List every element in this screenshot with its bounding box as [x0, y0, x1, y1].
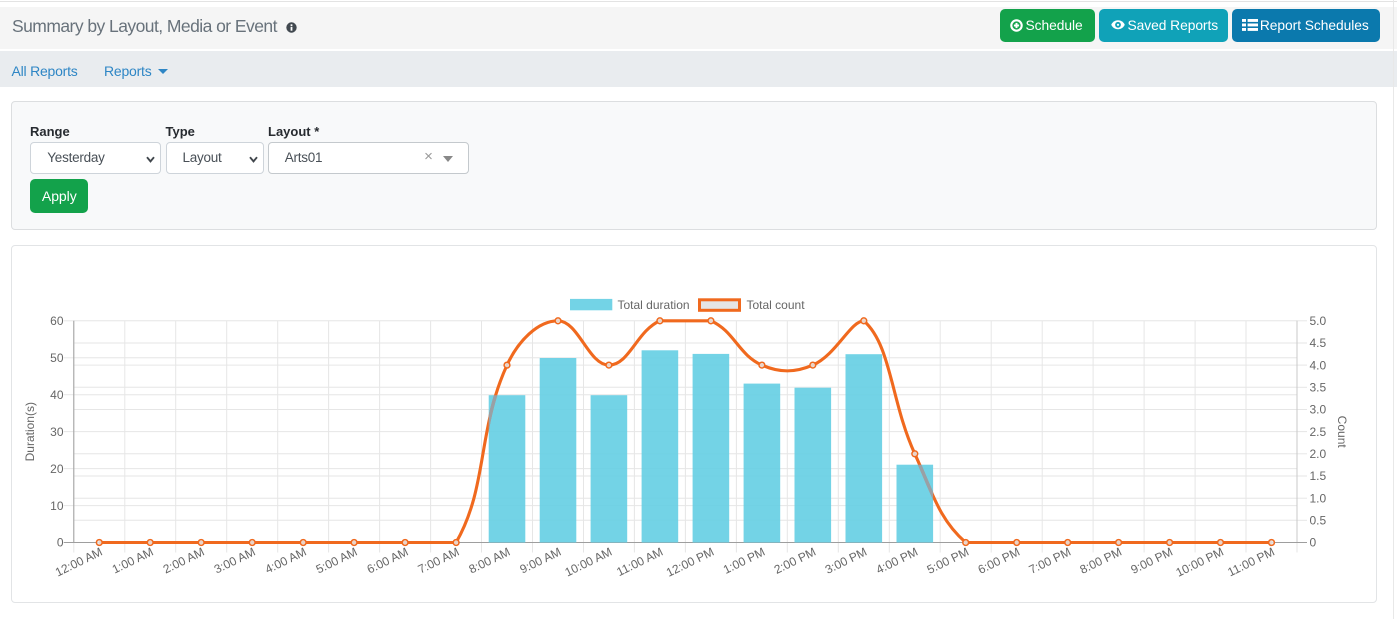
svg-text:9:00 PM: 9:00 PM: [1129, 545, 1175, 577]
svg-text:50: 50: [50, 351, 64, 365]
svg-text:12:00 AM: 12:00 AM: [53, 545, 105, 580]
svg-text:8:00 PM: 8:00 PM: [1078, 545, 1124, 577]
svg-text:3.0: 3.0: [1310, 403, 1327, 417]
svg-text:10: 10: [50, 499, 64, 513]
svg-text:10:00 PM: 10:00 PM: [1174, 545, 1226, 580]
svg-text:9:00 AM: 9:00 AM: [518, 545, 564, 577]
svg-text:1:00 AM: 1:00 AM: [110, 545, 156, 577]
svg-text:5:00 PM: 5:00 PM: [925, 545, 971, 577]
svg-text:10:00 AM: 10:00 AM: [563, 545, 615, 580]
svg-text:20: 20: [50, 462, 64, 476]
svg-text:3.5: 3.5: [1310, 381, 1327, 395]
svg-text:1.5: 1.5: [1310, 469, 1327, 483]
svg-text:5:00 AM: 5:00 AM: [314, 545, 360, 577]
svg-text:0.5: 0.5: [1310, 514, 1327, 528]
svg-text:2.5: 2.5: [1310, 425, 1327, 439]
svg-text:40: 40: [50, 388, 64, 402]
svg-text:2:00 PM: 2:00 PM: [772, 545, 818, 577]
svg-text:7:00 AM: 7:00 AM: [416, 545, 462, 577]
svg-text:8:00 AM: 8:00 AM: [467, 545, 513, 577]
svg-text:6:00 AM: 6:00 AM: [365, 545, 411, 577]
svg-text:3:00 PM: 3:00 PM: [823, 545, 869, 577]
svg-text:0: 0: [57, 536, 64, 550]
svg-text:12:00 PM: 12:00 PM: [664, 545, 716, 580]
svg-text:4.0: 4.0: [1310, 358, 1327, 372]
svg-text:4:00 PM: 4:00 PM: [874, 545, 920, 577]
svg-text:6:00 PM: 6:00 PM: [976, 545, 1022, 577]
svg-text:Duration(s): Duration(s): [23, 402, 37, 461]
svg-text:Count: Count: [1335, 416, 1349, 449]
svg-text:11:00 AM: 11:00 AM: [614, 545, 665, 579]
svg-text:7:00 PM: 7:00 PM: [1027, 545, 1073, 577]
svg-text:11:00 PM: 11:00 PM: [1225, 545, 1277, 580]
svg-text:1.0: 1.0: [1310, 491, 1327, 505]
svg-text:60: 60: [50, 314, 64, 328]
svg-text:30: 30: [50, 425, 64, 439]
svg-text:5.0: 5.0: [1310, 314, 1327, 328]
svg-text:Total duration: Total duration: [618, 298, 690, 312]
svg-text:Total count: Total count: [747, 298, 806, 312]
svg-text:0: 0: [1310, 536, 1317, 550]
svg-text:2.0: 2.0: [1310, 447, 1327, 461]
svg-text:4.5: 4.5: [1310, 336, 1327, 350]
svg-text:2:00 AM: 2:00 AM: [161, 545, 207, 577]
svg-text:3:00 AM: 3:00 AM: [212, 545, 258, 577]
svg-text:1:00 PM: 1:00 PM: [721, 545, 767, 577]
svg-text:4:00 AM: 4:00 AM: [263, 545, 309, 577]
